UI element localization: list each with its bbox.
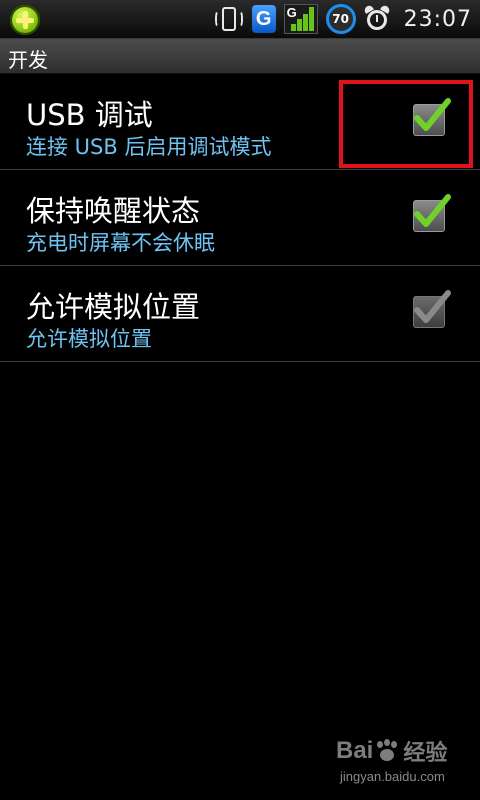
- watermark-brand-left: Bai: [336, 737, 374, 764]
- check-icon: [414, 194, 451, 227]
- setting-allow-mock-locations[interactable]: 允许模拟位置 允许模拟位置: [0, 266, 480, 362]
- signal-icon: G: [283, 4, 318, 34]
- network-type-label: G: [286, 5, 297, 20]
- check-icon: [414, 290, 451, 323]
- setting-title: USB 调试: [26, 98, 153, 132]
- setting-title: 允许模拟位置: [26, 290, 201, 324]
- watermark-brand-right: 经验: [403, 740, 448, 765]
- baidu-jingyan-watermark: Bai 经验 jingyan.baidu.com: [336, 735, 476, 795]
- app-plus-icon[interactable]: [10, 5, 40, 35]
- watermark-logo: Bai 经验: [336, 735, 447, 767]
- alarm-icon: [362, 4, 391, 32]
- status-bar: G G 70 23:07: [0, 0, 480, 39]
- status-icons: G G 70 23:07: [214, 4, 472, 34]
- clock: 23:07: [403, 6, 472, 32]
- battery-level: 70: [332, 12, 349, 26]
- mock-locations-checkbox[interactable]: [413, 290, 451, 328]
- setting-title: 保持唤醒状态: [26, 194, 201, 228]
- stay-awake-checkbox[interactable]: [413, 194, 451, 232]
- setting-summary: 充电时屏幕不会休眠: [26, 231, 215, 255]
- setting-summary: 允许模拟位置: [26, 327, 152, 351]
- watermark-url: jingyan.baidu.com: [340, 769, 445, 784]
- paw-icon: [375, 739, 399, 763]
- setting-summary: 连接 USB 后启用调试模式: [26, 135, 272, 159]
- title-bar: 开发: [0, 39, 480, 74]
- battery-icon: 70: [325, 4, 356, 34]
- g-app-icon: G: [251, 5, 276, 33]
- page-title: 开发: [8, 48, 48, 72]
- phone-vibrate-icon: [214, 4, 244, 34]
- setting-stay-awake[interactable]: 保持唤醒状态 充电时屏幕不会休眠: [0, 170, 480, 266]
- annotation-highlight-box: [339, 80, 473, 168]
